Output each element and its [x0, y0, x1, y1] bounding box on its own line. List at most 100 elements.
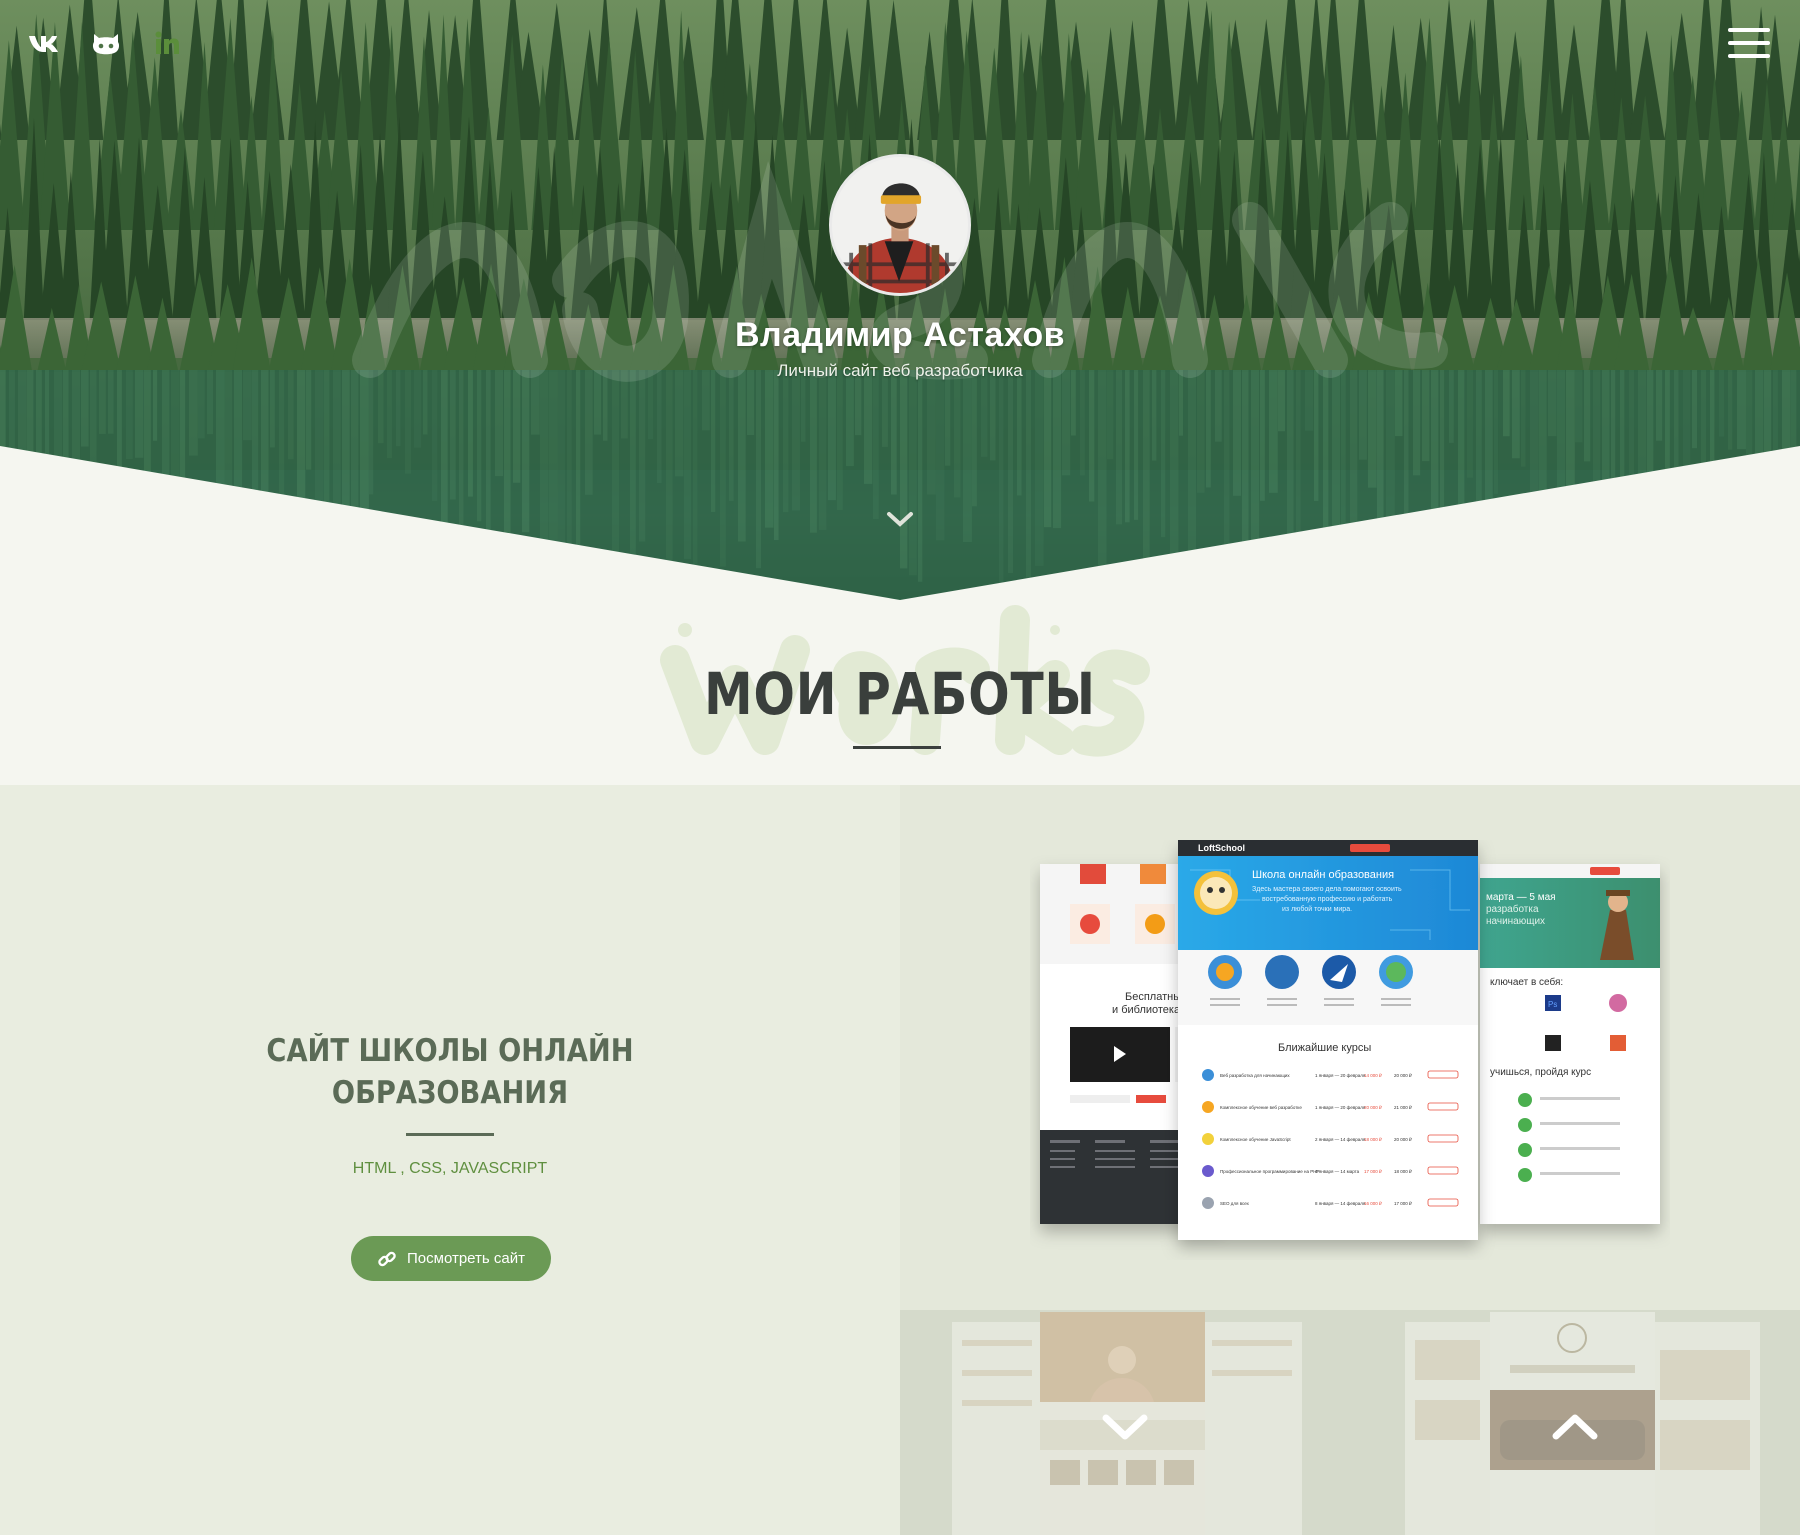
hero-name: Владимир Астахов [734, 316, 1066, 354]
reflection-streak [1791, 370, 1797, 532]
reflection-streak [1773, 370, 1778, 524]
project-mockup: Бесплатные веб и библиотека з марта — 5 … [1040, 840, 1660, 1240]
reflection-streak [45, 370, 50, 574]
next-project-thumb[interactable] [1350, 1310, 1800, 1535]
course-name: Комплексное обучение веб разработке [1220, 1105, 1302, 1110]
course-price: 14 000 ₽ [1364, 1073, 1383, 1078]
reflection-streak [1602, 370, 1610, 526]
reflection-streak [1728, 370, 1733, 450]
reflection-streak [252, 370, 259, 541]
mockup-left-heading-2: и библиотека з [1112, 1004, 1188, 1016]
course-price: 18 000 ₽ [1364, 1137, 1383, 1142]
reflection-streak [1584, 370, 1591, 462]
reflection-streak [216, 370, 225, 510]
course-dates: 1 января — 20 февраля [1315, 1105, 1366, 1110]
mockup-right-sub-1: разработка [1486, 903, 1539, 915]
reflection-streak [9, 370, 15, 536]
course-name: SEO для всех [1220, 1201, 1250, 1206]
reflection-streak [1593, 370, 1601, 521]
course-icon [1202, 1101, 1214, 1113]
reflection-streak [1467, 370, 1473, 478]
reflection-streak [306, 370, 312, 470]
reflection-streak [162, 370, 170, 559]
reflection-streak [315, 370, 324, 541]
course-name: Веб разработка для начинающих [1220, 1073, 1290, 1078]
reflection-streak [1755, 370, 1764, 514]
reflection-streak [180, 370, 186, 580]
reflection-streak [1746, 370, 1753, 502]
reflection-streak [1629, 370, 1635, 565]
reflection-streak [1494, 370, 1499, 494]
reflection-streak [1485, 370, 1493, 565]
reflection-streak [144, 370, 151, 483]
mockup-hero-text-3: из любой точки мира. [1282, 905, 1352, 913]
prev-project-thumb[interactable] [900, 1310, 1350, 1535]
chevron-down-icon [1102, 1414, 1148, 1440]
course-icon [1202, 1133, 1214, 1145]
project-title-line-2: ОБРАЗОВАНИЯ [331, 1075, 569, 1111]
mockup-right-heading: марта — 5 мая [1486, 892, 1556, 903]
reflection-streak [171, 370, 180, 583]
mockup-hero-text-1: Здесь мастера своего дела помогают освои… [1252, 886, 1402, 893]
reflection-streak [342, 370, 350, 540]
reflection-streak [27, 370, 34, 583]
reflection-streak [270, 370, 275, 448]
hamburger-icon[interactable] [1728, 28, 1770, 62]
reflection-streak [81, 370, 89, 447]
reflection-streak [63, 370, 69, 565]
avatar [829, 154, 971, 296]
reflection-streak [72, 370, 81, 486]
reflection-streak [1737, 370, 1746, 450]
reflection-streak [1665, 370, 1670, 497]
reflection-streak [1674, 370, 1679, 552]
reflection-streak [117, 370, 122, 580]
reflection-streak [288, 370, 294, 460]
reflection-streak [1458, 370, 1465, 508]
course-dates: 4 января — 14 марта [1315, 1169, 1360, 1174]
course-price-full: 17 000 ₽ [1394, 1201, 1413, 1206]
course-price: 16 000 ₽ [1364, 1201, 1383, 1206]
reflection-streak [18, 370, 27, 499]
reflection-streak [1710, 370, 1715, 504]
link-icon [378, 1251, 396, 1266]
reflection-streak [234, 370, 243, 526]
chevron-up-icon [1552, 1414, 1598, 1440]
reflection-streak [1530, 370, 1539, 528]
vk-icon[interactable] [28, 30, 60, 56]
view-site-button[interactable]: Посмотреть сайт [351, 1236, 551, 1281]
github-icon[interactable] [90, 30, 122, 56]
view-site-label: Посмотреть сайт [407, 1250, 525, 1267]
course-dates: 8 января — 14 февраля [1315, 1201, 1366, 1206]
course-price-full: 20 000 ₽ [1394, 1137, 1413, 1142]
chevron-down-icon[interactable] [885, 508, 915, 530]
reflection-streak [1764, 370, 1772, 553]
works-title-underline [853, 746, 941, 749]
reflection-streak [1647, 370, 1654, 478]
course-name: Комплексное обучение JavaScript [1220, 1137, 1291, 1142]
project-title-line-1: САЙТ ШКОЛЫ ОНЛАЙН [266, 1033, 634, 1069]
course-icon [1202, 1197, 1214, 1209]
reflection-streak [189, 370, 198, 456]
reflection-streak [333, 370, 341, 510]
mockup-hero-title: Школа онлайн образования [1252, 869, 1394, 881]
avatar-photo [832, 157, 968, 293]
linkedin-icon[interactable] [152, 30, 184, 56]
reflection-streak [1476, 370, 1482, 582]
reflection-streak [261, 370, 269, 575]
mockup-right-learn: учишься, пройдя курс [1490, 1067, 1591, 1078]
project-tech: HTML , CSS, JAVASCRIPT [352, 1160, 548, 1177]
reflection-streak [1701, 370, 1707, 583]
mockup-hero-text-2: востребованную профессию и работать [1262, 895, 1393, 903]
mockup-right-sub-2: начинающих [1486, 916, 1545, 927]
course-price-full: 20 000 ₽ [1394, 1073, 1413, 1078]
reflection-streak [126, 370, 133, 460]
reflection-streak [90, 370, 97, 514]
mockup-courses-title: Ближайшие курсы [1278, 1042, 1371, 1054]
reflection-streak [1638, 370, 1647, 542]
hero-subtitle: Личный сайт веб разработчика [777, 361, 1023, 380]
reflection-streak [225, 370, 233, 572]
reflection-streak [54, 370, 63, 456]
reflection-streak [297, 370, 306, 572]
course-price: 17 000 ₽ [1364, 1169, 1383, 1174]
reflection-streak [1512, 370, 1520, 459]
